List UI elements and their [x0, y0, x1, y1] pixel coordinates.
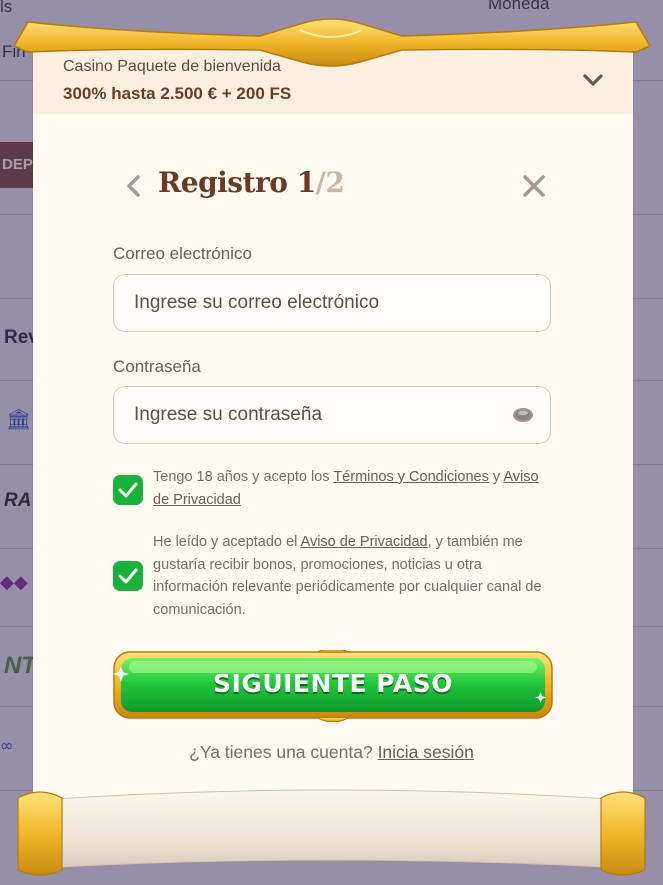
next-step-label: SIGUIENTE PASO — [213, 669, 453, 698]
have-account-text: ¿Ya tienes una cuenta? — [189, 742, 373, 762]
age-terms-prefix: Tengo 18 años y acepto los — [153, 469, 334, 485]
modal-header: Registro 1/2 — [120, 164, 550, 208]
privacy-link-2[interactable]: Aviso de Privacidad — [301, 534, 428, 550]
promo-subtitle: Casino Paquete de bienvenida — [63, 58, 281, 75]
terms-link[interactable]: Términos y Condiciones — [333, 469, 489, 485]
login-link[interactable]: Inicia sesión — [378, 742, 474, 762]
promo-offer: 300% hasta 2.500 € + 200 FS — [63, 84, 292, 103]
login-prompt: ¿Ya tienes una cuenta? Inicia sesión — [0, 742, 663, 763]
scroll-bottom-ornament — [17, 789, 646, 876]
next-step-button[interactable]: SIGUIENTE PASO — [113, 650, 553, 722]
age-terms-text: Tengo 18 años y acepto los Términos y Co… — [153, 466, 553, 511]
marketing-consent-text: He leído y aceptado el Aviso de Privacid… — [153, 531, 553, 621]
eye-icon[interactable] — [511, 405, 535, 425]
chevron-down-icon[interactable] — [581, 68, 605, 92]
email-field[interactable] — [113, 274, 551, 332]
marketing-prefix: He leído y aceptado el — [153, 534, 301, 550]
page-title: Registro 1/2 — [158, 166, 345, 199]
step-total: /2 — [315, 166, 345, 199]
email-label: Correo electrónico — [113, 244, 252, 263]
welcome-package-banner[interactable]: Casino Paquete de bienvenida 300% hasta … — [33, 52, 633, 114]
checkmark-icon — [118, 482, 138, 498]
chevron-left-icon[interactable] — [120, 172, 148, 200]
password-label: Contraseña — [113, 357, 201, 376]
marketing-checkbox[interactable] — [113, 561, 143, 591]
password-field[interactable] — [113, 386, 551, 444]
step-current: 1 — [296, 166, 316, 199]
checkmark-icon — [118, 568, 138, 584]
close-icon[interactable] — [520, 172, 548, 200]
age-terms-checkbox[interactable] — [113, 475, 143, 505]
age-terms-middle: y — [488, 469, 504, 485]
title-text: Registro — [158, 166, 288, 199]
